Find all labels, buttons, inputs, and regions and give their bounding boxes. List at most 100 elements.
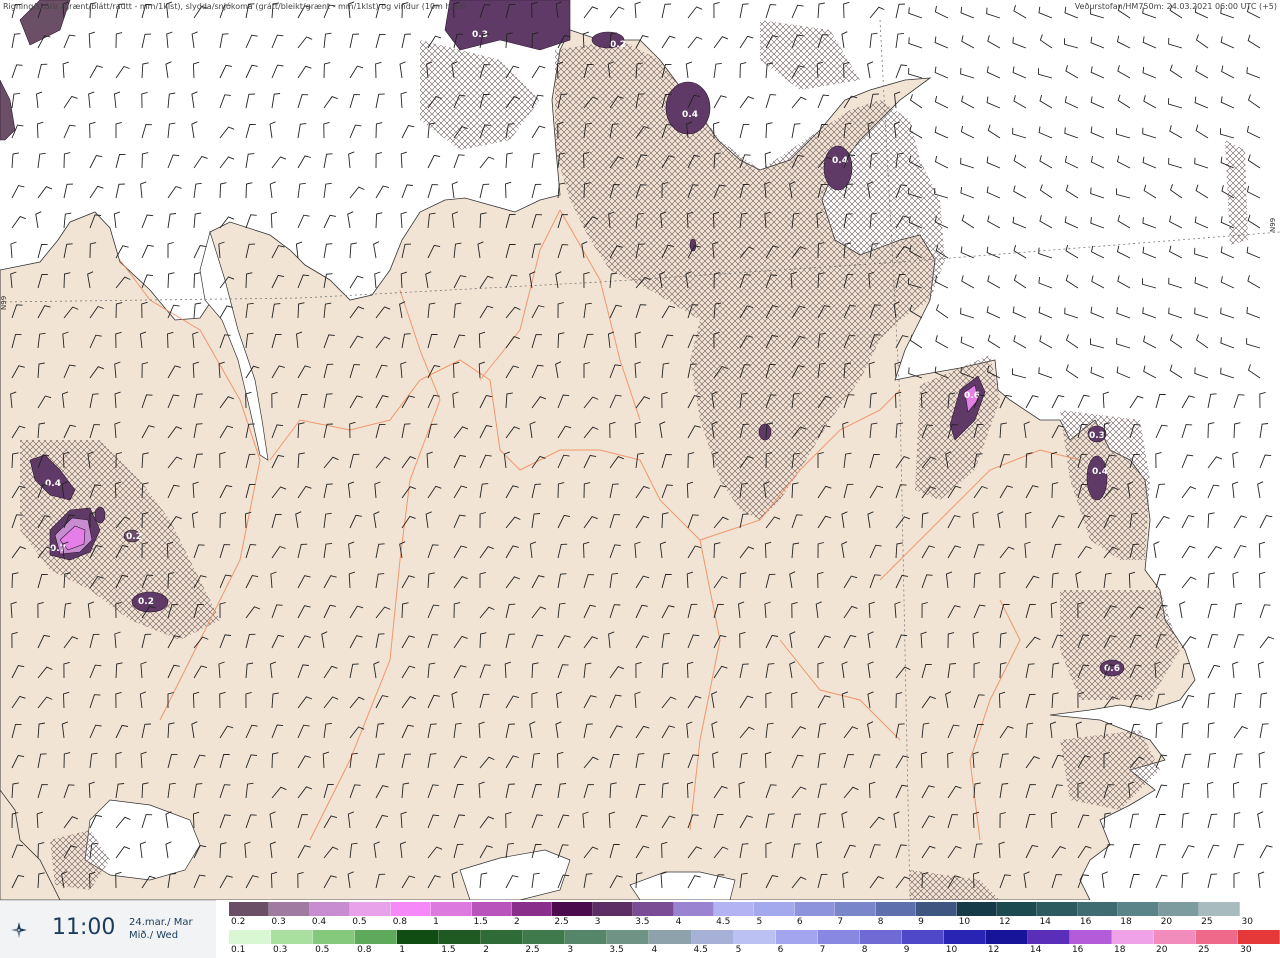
scale-swatch	[901, 930, 944, 944]
scale-swatch	[875, 902, 917, 916]
scale-swatch	[649, 930, 692, 944]
scale-label: 1	[399, 945, 405, 955]
scale-label: 3.5	[609, 945, 624, 955]
date-label: 24.mar./ Mar Mið./ Wed	[129, 916, 193, 942]
scale-label: 25	[1201, 917, 1213, 927]
rain-scale-swatches	[229, 930, 1280, 944]
scale-swatch	[1239, 902, 1280, 916]
grid-label-east: N99	[1269, 218, 1277, 232]
precip-label: 0.2	[126, 532, 142, 542]
scale-label: 0.3	[271, 917, 286, 927]
precip-label: 0.4	[682, 110, 698, 120]
scale-label: 12	[987, 945, 1000, 955]
scale-swatch	[471, 902, 512, 916]
precip-label: 0.4	[1092, 467, 1108, 477]
scale-swatch	[269, 902, 310, 916]
scale-swatch	[1158, 902, 1200, 916]
scale-swatch	[1118, 902, 1159, 916]
scale-label: 9	[918, 917, 924, 927]
footer: 11:00 24.mar./ Mar Mið./ Wed 0.2 0.3 0.4 0.…	[0, 900, 1280, 958]
scale-label: 6	[796, 917, 803, 927]
scale-swatch	[956, 902, 998, 916]
scale-label: 16	[1079, 917, 1092, 927]
precip-label: 0.3	[1089, 431, 1105, 441]
scale-label: 2	[513, 917, 520, 927]
snow-scale-swatches	[229, 902, 1280, 916]
scale-swatch	[673, 902, 715, 916]
precip-label: 0.4	[45, 479, 61, 489]
scale-label: 3	[594, 917, 601, 927]
scale-swatch	[985, 930, 1028, 944]
time-panel[interactable]: 11:00 24.mar./ Mar Mið./ Wed	[0, 900, 216, 958]
scale-swatch	[835, 902, 876, 916]
scale-label: 20	[1160, 917, 1173, 927]
scale-swatch	[733, 930, 776, 944]
scale-swatch	[1111, 930, 1155, 944]
date-line-2: Mið./ Wed	[129, 930, 179, 941]
scale-swatch	[1154, 930, 1197, 944]
scale-label: 1	[433, 917, 439, 927]
scale-swatch	[229, 902, 270, 916]
scale-label: 30	[1241, 917, 1253, 927]
scale-swatch	[691, 930, 734, 944]
scale-swatch	[714, 902, 755, 916]
scale-label: 2	[483, 945, 490, 955]
scale-label: 3	[567, 945, 574, 955]
scale-swatch	[355, 930, 398, 944]
scale-swatch	[943, 930, 986, 944]
scale-swatch	[1037, 902, 1078, 916]
scale-label: 5	[735, 945, 742, 955]
scale-label: 4.5	[693, 945, 708, 955]
scale-swatch	[565, 930, 608, 944]
rain-scale-labels: 0.1 0.3 0.5 0.8 1 1.5 2 2.5 3 3.5 4 4.5 5 6 7 8 9 10 12 14 1…	[229, 944, 1280, 956]
scale-label: 1.5	[441, 945, 456, 955]
precip-label: 0.2	[138, 597, 154, 607]
model-run-label: Veðurstofan/HM750m: 24.03.2021 06:00 UTC…	[1074, 2, 1277, 11]
scale-swatch	[1238, 930, 1280, 944]
scale-swatch	[511, 902, 553, 916]
scale-label: 8	[861, 945, 868, 955]
scale-label: 5	[756, 917, 763, 927]
date-line-1: 24.mar./ Mar	[129, 917, 193, 928]
scale-label: 7	[819, 945, 826, 955]
scale-swatch	[309, 902, 351, 916]
scale-label: 10	[958, 917, 971, 927]
scale-swatch	[1196, 930, 1239, 944]
scale-label: 10	[945, 945, 958, 955]
scale-swatch	[592, 902, 634, 916]
scale-label: 4	[651, 945, 658, 955]
grid-label-west: N99	[0, 296, 8, 310]
scale-swatch	[397, 930, 440, 944]
scale-label: 3.5	[635, 917, 650, 927]
scale-swatch	[754, 902, 795, 916]
scale-label: 2.5	[525, 945, 540, 955]
scale-swatch	[633, 902, 674, 916]
scale-swatch	[775, 930, 818, 944]
scale-swatch	[350, 902, 391, 916]
snow-scale-labels: 0.2 0.3 0.4 0.5 0.8 1 1.5 2 2.5 3 3.5 4 4.5 5 6 7 8 9 10 12…	[229, 916, 1280, 928]
scale-swatch	[817, 930, 860, 944]
weather-map: N99 N99 0.3 0.2 0.4 0.4 0.6 0.3 0.4 0.4 …	[0, 0, 1280, 900]
scale-label: 16	[1071, 945, 1084, 955]
scale-label: 6	[777, 945, 784, 955]
scale-swatch	[1199, 902, 1240, 916]
compass-icon	[11, 922, 27, 938]
scale-label: 18	[1120, 917, 1132, 927]
scale-label: 2.5	[554, 917, 569, 927]
scale-swatch	[916, 902, 957, 916]
scale-label: 18	[1113, 945, 1126, 955]
scale-label: 0.5	[352, 917, 367, 927]
time-label: 11:00	[52, 915, 116, 940]
scale-label: 7	[837, 917, 844, 927]
scale-swatch	[390, 902, 432, 916]
scale-label: 9	[903, 945, 910, 955]
scale-swatch	[859, 930, 902, 944]
map-title: Rigning/skúrir (grænt/blátt/rautt - mm/1…	[3, 2, 467, 11]
precip-label: 0.3	[472, 30, 488, 40]
scale-swatch	[439, 930, 482, 944]
scale-label: 0.2	[231, 917, 246, 927]
scale-label: 14	[1029, 945, 1042, 955]
scale-swatch	[431, 902, 472, 916]
scale-swatch	[313, 930, 356, 944]
scale-label: 25	[1198, 945, 1210, 955]
